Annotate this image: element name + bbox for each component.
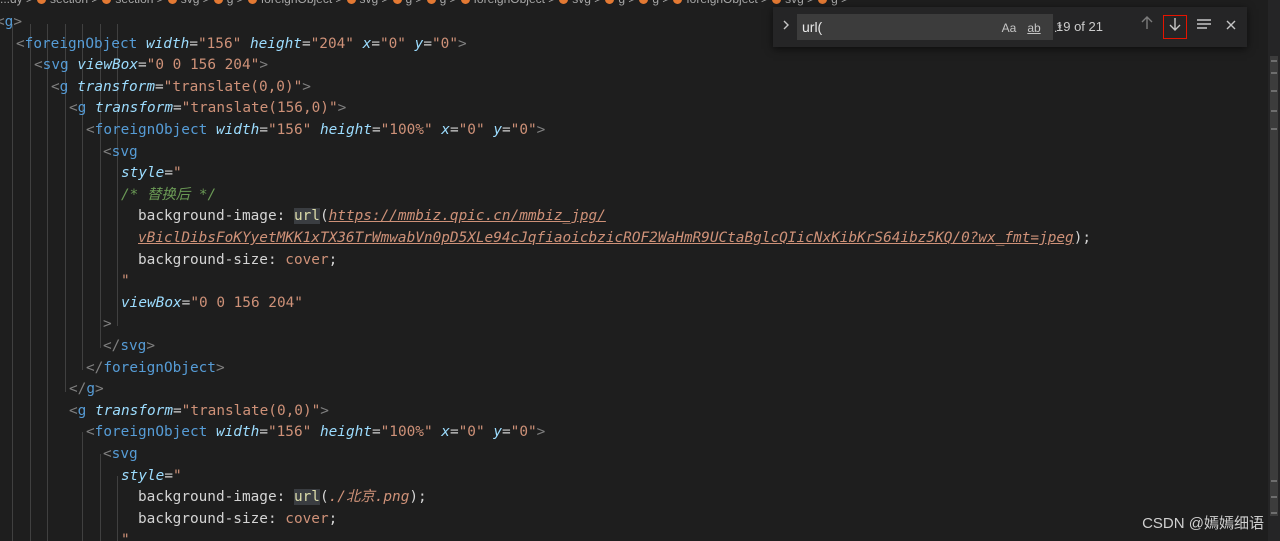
element-icon bbox=[346, 0, 356, 4]
arrow-up-icon bbox=[1141, 16, 1153, 29]
element-icon bbox=[426, 0, 436, 4]
watermark: CSDN @嫣嫣细语 bbox=[1142, 515, 1264, 532]
lines-icon bbox=[1197, 19, 1211, 29]
code-line-15: </svg> bbox=[103, 338, 155, 354]
find-input[interactable]: url( Aa ab .* bbox=[797, 14, 1062, 40]
code-line-3: <g transform="translate(0,0)"> bbox=[51, 78, 311, 95]
element-icon bbox=[818, 0, 828, 4]
scrollbar[interactable] bbox=[1268, 0, 1280, 541]
code-line-9: background-image: url(https://mmbiz.qpic… bbox=[138, 208, 606, 225]
code-line-8: /* 替换后 */ bbox=[121, 186, 217, 203]
element-icon bbox=[639, 0, 649, 4]
element-icon bbox=[37, 0, 47, 4]
breadcrumb-item[interactable]: section > bbox=[37, 0, 98, 6]
chevron-right-icon bbox=[783, 20, 789, 30]
code-line-17: </g> bbox=[69, 381, 104, 398]
code-line-4: <g transform="translate(156,0)"> bbox=[69, 100, 347, 117]
breadcrumb-item[interactable]: g > bbox=[426, 0, 457, 6]
code-line-19: <foreignObject width="156" height="100%"… bbox=[86, 424, 546, 441]
code-line-12: " bbox=[121, 273, 130, 290]
code-line-24: " bbox=[121, 532, 130, 541]
arrow-down-icon bbox=[1169, 18, 1181, 31]
element-icon bbox=[772, 0, 782, 4]
breadcrumb-item[interactable]: ...dy > bbox=[0, 0, 33, 6]
element-icon bbox=[559, 0, 569, 4]
breadcrumb-item[interactable]: foreignObject > bbox=[460, 0, 555, 6]
find-result-count: 19 of 21 bbox=[1056, 19, 1103, 34]
element-icon bbox=[673, 0, 683, 4]
element-icon bbox=[247, 0, 257, 4]
code-line-5: <foreignObject width="156" height="100%"… bbox=[86, 122, 546, 138]
find-input-value: url( bbox=[802, 19, 823, 35]
match-case-toggle[interactable]: Aa bbox=[999, 19, 1019, 37]
breadcrumb-item[interactable]: svg > bbox=[346, 0, 389, 6]
breadcrumb-item[interactable]: g > bbox=[605, 0, 635, 6]
scrollbar-thumb[interactable] bbox=[1270, 56, 1278, 516]
element-icon bbox=[167, 0, 177, 4]
code-line-0: <g> bbox=[0, 14, 23, 30]
code-line-2: <svg viewBox="0 0 156 204"> bbox=[34, 57, 268, 74]
breadcrumb-item[interactable]: foreignObject > bbox=[673, 0, 768, 6]
code-editor[interactable]: <g> <foreignObject width="156" height="2… bbox=[0, 12, 1268, 541]
breadcrumb-item[interactable]: svg > bbox=[167, 0, 210, 6]
code-line-20: <svg bbox=[103, 446, 138, 462]
code-line-7: style=" bbox=[121, 165, 182, 182]
previous-match-button[interactable] bbox=[1135, 15, 1159, 39]
element-icon bbox=[460, 0, 470, 4]
breadcrumb-item[interactable]: svg > bbox=[559, 0, 601, 6]
code-line-11: background-size: cover; bbox=[138, 251, 338, 268]
breadcrumb-item[interactable]: g > bbox=[639, 0, 669, 6]
breadcrumb-item[interactable]: g > bbox=[818, 0, 848, 6]
code-line-23: background-size: cover; bbox=[138, 510, 338, 527]
code-line-10: vBiclDibsFoKYyetMKK1xTX36TrWmwabVn0pD5XL… bbox=[138, 230, 1092, 246]
whole-word-toggle[interactable]: ab bbox=[1024, 19, 1044, 37]
find-in-selection-button[interactable] bbox=[1192, 15, 1216, 39]
close-icon bbox=[1226, 20, 1236, 30]
next-match-button[interactable] bbox=[1163, 15, 1187, 39]
code-line-21: style=" bbox=[121, 467, 182, 484]
element-icon bbox=[392, 0, 402, 4]
element-icon bbox=[605, 0, 615, 4]
breadcrumb-item[interactable]: section > bbox=[102, 0, 164, 6]
code-line-22: background-image: url(./北京.png); bbox=[138, 489, 427, 506]
code-line-16: </foreignObject> bbox=[86, 359, 225, 376]
breadcrumb-item[interactable]: g > bbox=[392, 0, 423, 6]
breadcrumb-item[interactable]: foreignObject > bbox=[247, 0, 343, 6]
toggle-replace-button[interactable] bbox=[779, 19, 793, 35]
breadcrumb-item[interactable]: svg > bbox=[772, 0, 814, 6]
element-icon bbox=[213, 0, 223, 4]
code-line-1: <foreignObject width="156" height="204" … bbox=[16, 35, 467, 52]
code-line-13: viewBox="0 0 156 204" bbox=[121, 294, 303, 311]
find-widget: url( Aa ab .* 19 of 21 bbox=[773, 7, 1247, 47]
code-line-18: <g transform="translate(0,0)"> bbox=[69, 402, 329, 419]
code-line-6: <svg bbox=[103, 143, 138, 160]
close-find-button[interactable] bbox=[1219, 15, 1243, 39]
element-icon bbox=[102, 0, 112, 4]
code-line-14: > bbox=[103, 316, 112, 333]
breadcrumb-item[interactable]: g > bbox=[213, 0, 244, 6]
